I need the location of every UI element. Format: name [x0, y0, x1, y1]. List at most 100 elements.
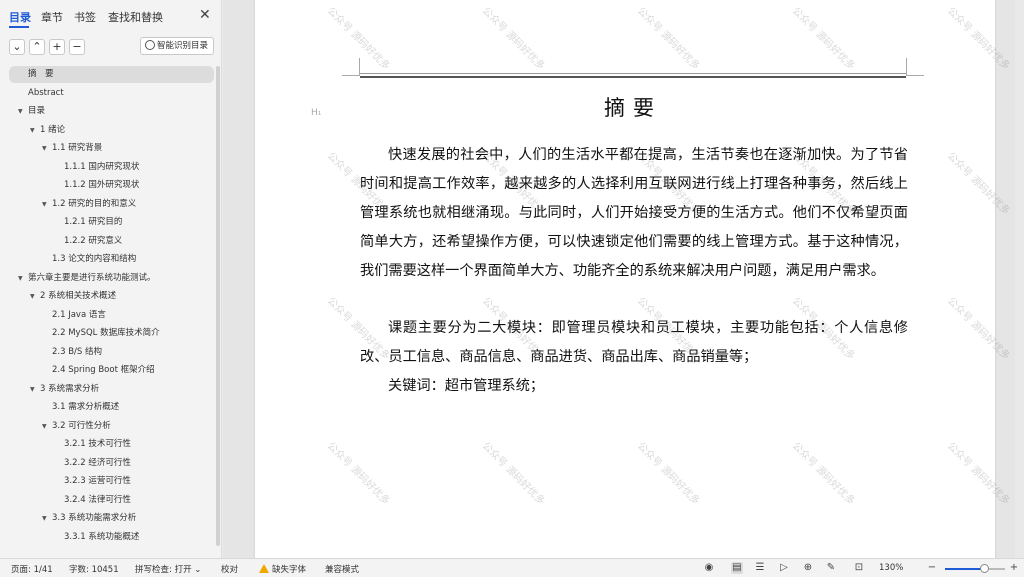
toc-item[interactable]: 摘 要 — [9, 66, 214, 83]
toc-item[interactable]: 1.2.2 研究意义 — [64, 233, 122, 250]
toc-item-label: 3.3 系统功能需求分析 — [52, 513, 137, 523]
document-area: H₁ 摘要 快速发展的社会中，人们的生活水平都在提高，生活节奏也在逐渐加快。为了… — [223, 0, 1024, 558]
close-icon[interactable]: ✕ — [199, 7, 211, 23]
zoom-out-icon[interactable]: − — [926, 562, 938, 574]
toc-item-label: 摘 要 — [28, 69, 54, 79]
toc-item[interactable]: 1.3 论文的内容和结构 — [52, 251, 136, 268]
zoom-slider-fill — [945, 568, 984, 570]
tab-chapters[interactable]: 章节 — [41, 9, 63, 25]
page-title: 摘要 — [604, 96, 662, 120]
toc-item[interactable]: 1.2.1 研究目的 — [64, 214, 122, 231]
toc-item[interactable]: 3.2.3 运营可行性 — [64, 473, 131, 490]
outline-view-icon[interactable]: ☰ — [754, 562, 766, 574]
pen-icon[interactable]: ✎ — [825, 562, 837, 574]
toc-item-label: 2.3 B/S 结构 — [52, 346, 103, 357]
toc-item-label: 1.1 研究背景 — [52, 143, 103, 153]
spell-check-toggle[interactable]: 拼写检查: 打开 ⌄ — [135, 563, 201, 575]
crop-mark — [342, 58, 360, 76]
toc-item-label: 1.2.1 研究目的 — [64, 217, 123, 227]
expand-caret-icon[interactable]: ▼ — [42, 140, 47, 157]
status-bar: 页面: 1/41 字数: 10451 拼写检查: 打开 ⌄ 校对 缺失字体 兼容… — [0, 558, 1024, 577]
page-view-icon[interactable]: ▤ — [731, 562, 743, 574]
tab-find-replace[interactable]: 查找和替换 — [108, 9, 163, 25]
toc-item-label: 2.4 Spring Boot 框架介绍 — [52, 365, 155, 375]
expand-caret-icon[interactable]: ▼ — [42, 418, 47, 435]
toc-item[interactable]: ▼ 1.1 研究背景 — [42, 140, 103, 157]
toc-item-label: 1.2.2 研究意义 — [64, 235, 123, 246]
toc-item[interactable]: 3.3.1 系统功能概述 — [64, 529, 139, 546]
expand-caret-icon[interactable]: ▼ — [30, 288, 35, 305]
toc-item[interactable]: 2.1 Java 语言 — [52, 307, 106, 324]
heading-marker[interactable]: H₁ — [311, 108, 321, 118]
toc-item[interactable]: ▼ 目录 — [18, 103, 45, 120]
toc-item[interactable]: 1.1.2 国外研究现状 — [64, 177, 139, 194]
expand-caret-icon[interactable]: ▼ — [30, 122, 35, 139]
toc-item[interactable]: ▼ 第六章主要是进行系统功能测试。 — [18, 270, 156, 287]
toc-item[interactable]: 3.2.4 法律可行性 — [64, 492, 131, 509]
proofread-button[interactable]: 校对 — [221, 563, 238, 575]
missing-font-button[interactable]: 缺失字体 — [259, 563, 306, 575]
eye-icon[interactable]: ◉ — [703, 562, 715, 574]
header-rule — [360, 73, 906, 74]
toc-item[interactable]: 2.3 B/S 结构 — [52, 344, 102, 361]
smart-recognize-icon — [145, 40, 155, 50]
toc-item-label: 1 绪论 — [40, 124, 66, 135]
chevron-up-icon[interactable]: ⌃ — [29, 39, 45, 55]
page-indicator[interactable]: 页面: 1/41 — [11, 563, 53, 575]
toc-item[interactable]: ▼ 3.3 系统功能需求分析 — [42, 510, 137, 527]
navigation-pane: 目录 章节 书签 查找和替换 ✕ ⌄ ⌃ + − 智能识别目录 摘 要 Abstr… — [0, 0, 222, 558]
zoom-slider-handle[interactable] — [980, 564, 989, 573]
header-rule — [360, 76, 906, 78]
zoom-in-icon[interactable]: + — [1008, 562, 1020, 574]
toc-item-label: 2 系统相关技术概述 — [40, 291, 117, 301]
toc-item[interactable]: 3.1 需求分析概述 — [52, 399, 119, 416]
fit-page-icon[interactable]: ⊡ — [853, 562, 865, 574]
toc-item[interactable]: 2.4 Spring Boot 框架介绍 — [52, 362, 155, 379]
word-count[interactable]: 字数: 10451 — [69, 563, 119, 575]
compat-mode-label: 兼容模式 — [325, 565, 360, 575]
expand-caret-icon[interactable]: ▼ — [18, 103, 23, 120]
expand-caret-icon[interactable]: ▼ — [42, 196, 47, 213]
toc-item-label: 3.1 需求分析概述 — [52, 402, 120, 412]
spell-check-label: 拼写检查: 打开 — [135, 565, 192, 575]
expand-caret-icon[interactable]: ▼ — [30, 381, 35, 398]
tab-toc[interactable]: 目录 — [9, 9, 31, 25]
toc-item[interactable]: ▼ 1.2 研究的目的和意义 — [42, 196, 137, 213]
globe-icon[interactable]: ⊕ — [802, 562, 814, 574]
chevron-down-icon[interactable]: ⌄ — [9, 39, 25, 55]
expand-caret-icon[interactable]: ▼ — [42, 510, 47, 527]
toc-toolbar: ⌄ ⌃ + − 智能识别目录 — [0, 36, 222, 58]
play-icon[interactable]: ▷ — [778, 562, 790, 574]
toc-item[interactable]: ▼ 2 系统相关技术概述 — [30, 288, 117, 305]
zoom-level[interactable]: 130% — [879, 563, 903, 573]
toc-item[interactable]: 3.2.2 经济可行性 — [64, 455, 131, 472]
crop-mark — [906, 58, 924, 76]
toc-item[interactable]: ▼ 1 绪论 — [30, 122, 66, 139]
expand-caret-icon[interactable]: ▼ — [18, 270, 23, 287]
document-scrollbar[interactable] — [1015, 0, 1024, 558]
tab-bookmarks[interactable]: 书签 — [74, 9, 96, 25]
toc-item[interactable]: ▼ 3.2 可行性分析 — [42, 418, 111, 435]
missing-font-label: 缺失字体 — [272, 565, 307, 575]
toc-item[interactable]: 1.1.1 国内研究现状 — [64, 159, 139, 176]
toc-item-label: 2.1 Java 语言 — [52, 309, 106, 320]
active-tab-indicator — [9, 26, 29, 28]
zoom-slider[interactable] — [945, 564, 1005, 573]
abstract-paragraph: 快速发展的社会中，人们的生活水平都在提高，生活节奏也在逐渐加快。为了节省时间和提… — [360, 147, 908, 279]
toc-scrollbar[interactable] — [216, 66, 220, 546]
toc-item-label: 3.2.4 法律可行性 — [64, 494, 131, 505]
toc-item[interactable]: 2.2 MySQL 数据库技术简介 — [52, 325, 160, 342]
toc-item-label: 1.2 研究的目的和意义 — [52, 198, 137, 209]
toc-item[interactable]: 3.2.1 技术可行性 — [64, 436, 131, 453]
document-page[interactable]: H₁ 摘要 快速发展的社会中，人们的生活水平都在提高，生活节奏也在逐渐加快。为了… — [255, 0, 995, 558]
minus-icon[interactable]: − — [69, 39, 85, 55]
keywords-line: 关键词：超市管理系统； — [388, 378, 545, 394]
plus-icon[interactable]: + — [49, 39, 65, 55]
toc-item-label: 3.2.3 运营可行性 — [64, 476, 131, 486]
toc-item-label: 1.3 论文的内容和结构 — [52, 254, 137, 264]
toc-item[interactable]: ▼ 3 系统需求分析 — [30, 381, 99, 398]
toc-item-label: 3.2.2 经济可行性 — [64, 457, 131, 468]
toc-item-label: 3.2 可行性分析 — [52, 420, 111, 431]
smart-toc-button[interactable]: 智能识别目录 — [140, 37, 214, 55]
toc-item[interactable]: Abstract — [28, 85, 64, 102]
